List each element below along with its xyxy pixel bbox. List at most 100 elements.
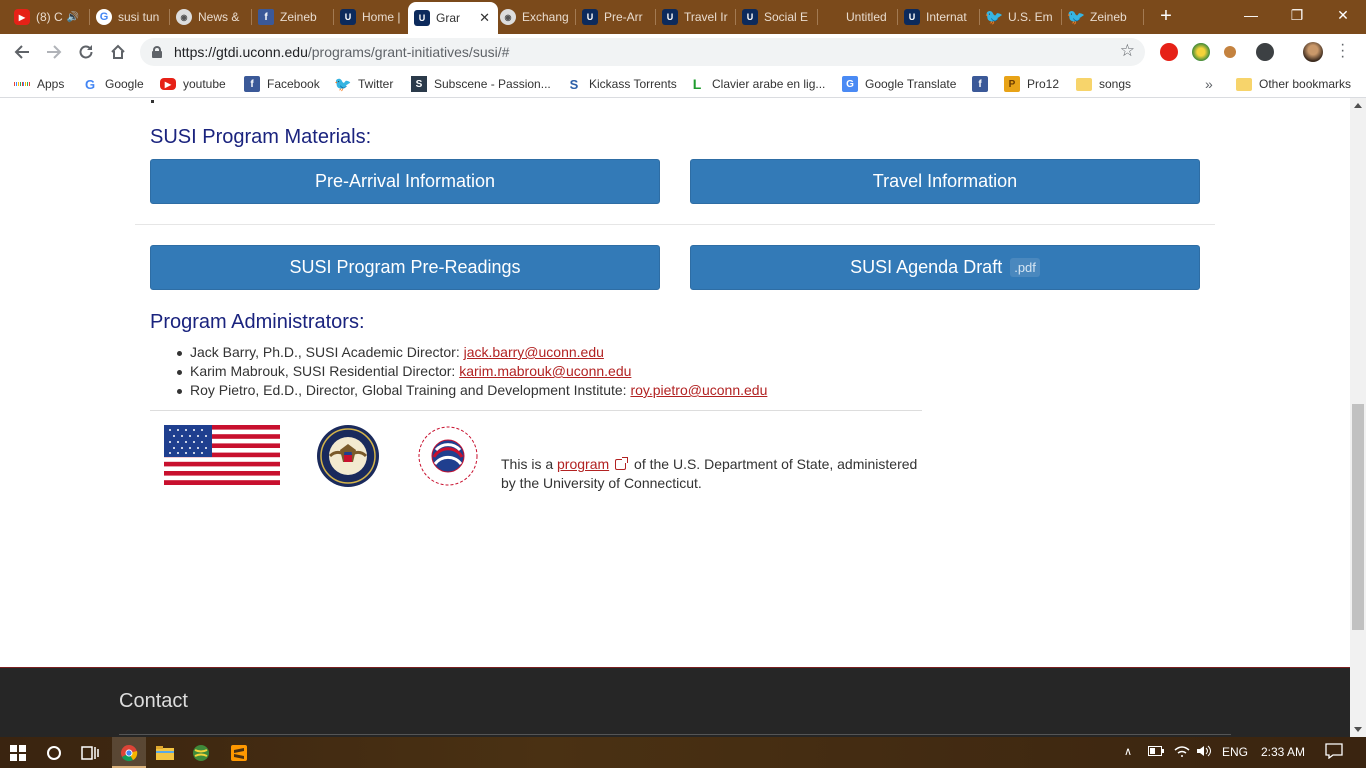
chrome-taskbar-button[interactable]	[116, 740, 142, 766]
clavier-icon: L	[692, 76, 702, 92]
scroll-down-arrow-icon[interactable]	[1354, 727, 1362, 732]
bookmarks-overflow-button[interactable]: »	[1205, 75, 1213, 93]
bookmark-subscene[interactable]: S Subscene - Passion...	[411, 75, 551, 93]
globe-app-button[interactable]	[188, 740, 214, 766]
volume-icon[interactable]	[1196, 745, 1212, 760]
tab-label: Internat	[926, 10, 967, 24]
bookmark-facebook[interactable]: f Facebook	[244, 75, 320, 93]
facebook-icon: f	[258, 9, 274, 25]
folder-icon	[1236, 77, 1252, 91]
close-window-button[interactable]: ✕	[1320, 0, 1366, 30]
url-host: https://gtdi.uconn.edu	[174, 44, 308, 60]
browser-tab[interactable]: U Grar ✕	[408, 2, 498, 34]
file-explorer-button[interactable]	[152, 740, 178, 766]
maximize-button[interactable]: ❐	[1274, 0, 1320, 30]
clock[interactable]: 2:33 AM	[1261, 745, 1305, 759]
google-icon: G	[84, 76, 96, 92]
language-indicator[interactable]: ENG	[1222, 745, 1248, 759]
audio-playing-icon[interactable]: 🔊	[67, 12, 79, 23]
bookmark-label: Facebook	[267, 77, 320, 91]
browser-tab[interactable]: ◉ Exchang	[494, 5, 576, 29]
scrollbar-thumb[interactable]	[1352, 404, 1364, 630]
notifications-button[interactable]	[1325, 743, 1343, 762]
kickass-icon: S	[569, 76, 579, 92]
browser-tab[interactable]: f Zeineb	[252, 5, 334, 29]
battery-icon[interactable]	[1148, 745, 1164, 759]
bookmark-google-translate[interactable]: G Google Translate	[842, 75, 956, 93]
speaker-icon	[1197, 745, 1211, 757]
browser-tab[interactable]: 🐦 Zeineb	[1062, 5, 1144, 29]
admin-description: Jack Barry, Ph.D., SUSI Academic Directo…	[190, 344, 464, 360]
bookmark-folder-songs[interactable]: songs	[1076, 75, 1131, 93]
divider	[135, 224, 1215, 225]
pre-arrival-button[interactable]: Pre-Arrival Information	[150, 159, 660, 204]
browser-tab[interactable]: Gsusi tun	[90, 5, 170, 29]
apps-grid-icon	[14, 76, 31, 92]
agenda-draft-button[interactable]: SUSI Agenda Draft .pdf	[690, 245, 1200, 290]
new-tab-button[interactable]: +	[1156, 6, 1176, 26]
browser-tab[interactable]: U Internat	[898, 5, 980, 29]
adblock-extension-icon[interactable]	[1160, 43, 1178, 61]
bookmark-kickass[interactable]: S Kickass Torrents	[566, 75, 677, 93]
tab-label: Zeineb	[280, 10, 317, 24]
browser-tab[interactable]: 🐦 U.S. Em	[980, 5, 1062, 29]
browser-tab[interactable]: U Travel Ir	[656, 5, 736, 29]
forward-button[interactable]	[42, 40, 66, 64]
email-link[interactable]: roy.pietro@uconn.edu	[630, 382, 767, 398]
profile-avatar[interactable]	[1303, 42, 1323, 62]
home-button[interactable]	[106, 40, 130, 64]
state-department-seal-image	[317, 425, 379, 487]
minimize-button[interactable]: —	[1228, 0, 1274, 30]
show-hidden-icons-button[interactable]: ∧	[1124, 745, 1132, 758]
tab-label: Home |	[362, 10, 401, 24]
wifi-icon[interactable]	[1174, 745, 1190, 760]
globe-extension-icon[interactable]	[1192, 43, 1210, 61]
sublime-text-button[interactable]	[226, 740, 252, 766]
windows-taskbar: ∧ ENG 2:33 AM	[0, 737, 1366, 768]
tab-label: Zeineb	[1090, 10, 1127, 24]
other-bookmarks-folder[interactable]: Other bookmarks	[1236, 75, 1351, 93]
windows-start-button[interactable]	[5, 740, 31, 766]
program-link[interactable]: program	[557, 456, 609, 472]
bookmark-star-icon[interactable]: ☆	[1120, 41, 1135, 61]
bookmark-pro12[interactable]: P Pro12	[1004, 75, 1059, 93]
email-link[interactable]: karim.mabrouk@uconn.edu	[459, 363, 631, 379]
browser-tab[interactable]: ◉ News &	[170, 5, 252, 29]
browser-tab[interactable]: Untitled	[818, 5, 898, 29]
bookmark-apps[interactable]: Apps	[14, 75, 64, 93]
page-footer: Contact	[0, 667, 1350, 737]
address-bar[interactable]: https://gtdi.uconn.edu/programs/grant-in…	[140, 38, 1145, 66]
page-scrollbar[interactable]	[1350, 98, 1366, 737]
browser-tab[interactable]: ▶ (8) C 🔊	[8, 5, 90, 29]
tab-label: (8) C	[36, 10, 63, 24]
bookmark-twitter[interactable]: 🐦 Twitter	[334, 75, 393, 93]
chrome-menu-icon[interactable]: · · ·	[1340, 37, 1345, 65]
travel-information-button[interactable]: Travel Information	[690, 159, 1200, 204]
browser-toolbar: https://gtdi.uconn.edu/programs/grant-in…	[0, 34, 1366, 70]
back-button[interactable]	[10, 40, 34, 64]
browser-tab[interactable]: U Social E	[736, 5, 818, 29]
close-tab-icon[interactable]: ✕	[479, 10, 490, 26]
pre-readings-button[interactable]: SUSI Program Pre-Readings	[150, 245, 660, 290]
bookmark-label: Pro12	[1027, 77, 1060, 91]
youtube-icon: ▶	[14, 9, 30, 25]
bookmark-clavier[interactable]: L Clavier arabe en lig...	[689, 75, 826, 93]
cookie-extension-icon[interactable]	[1224, 46, 1236, 58]
twitter-icon: 🐦	[984, 9, 1004, 26]
scroll-up-arrow-icon[interactable]	[1354, 103, 1362, 108]
lock-icon	[152, 46, 162, 58]
bookmarks-bar: Apps G Google ▶ youtube f Facebook 🐦 Twi…	[0, 70, 1366, 98]
browser-tab[interactable]: U Pre-Arr	[576, 5, 656, 29]
bookmark-facebook-2[interactable]: f	[972, 75, 995, 93]
search-button[interactable]	[41, 740, 67, 766]
email-link[interactable]: jack.barry@uconn.edu	[464, 344, 604, 360]
download-extension-icon[interactable]	[1256, 43, 1274, 61]
tab-label: Travel Ir	[684, 10, 728, 24]
bookmark-youtube[interactable]: ▶ youtube	[160, 75, 226, 93]
bookmark-google[interactable]: G Google	[82, 75, 144, 93]
reload-button[interactable]	[74, 40, 98, 64]
browser-tab[interactable]: U Home |	[334, 5, 412, 29]
folder-icon	[1076, 77, 1092, 91]
agenda-draft-label: SUSI Agenda Draft	[850, 257, 1003, 277]
task-view-button[interactable]	[77, 740, 103, 766]
